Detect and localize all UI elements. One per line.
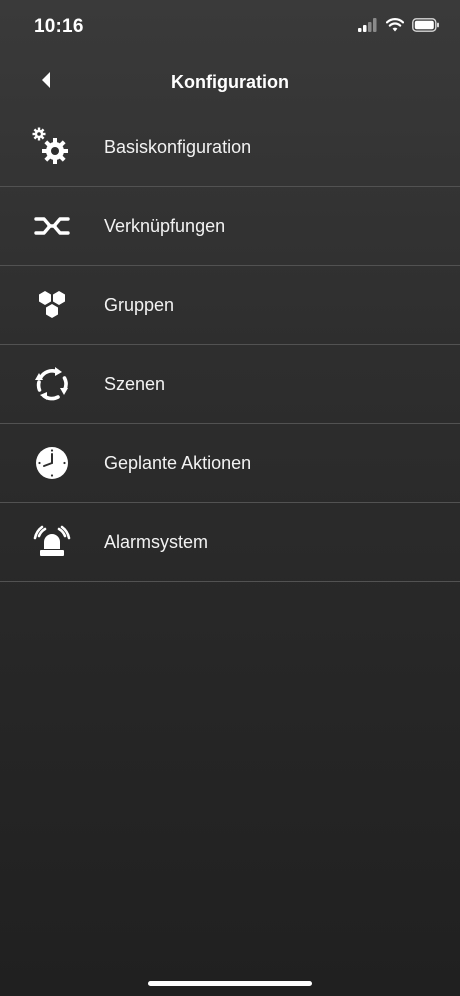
menu-item-label: Geplante Aktionen [104,452,252,473]
battery-icon [412,18,440,37]
gears-icon [32,127,72,167]
nav-bar: Konfiguration [0,56,460,108]
status-icons [358,18,440,37]
alarm-siren-icon [32,522,72,562]
menu-item-label: Verknüpfungen [104,215,226,236]
page-title: Konfiguration [171,72,289,92]
menu-item-geplante-aktionen[interactable]: Geplante Aktionen [0,424,460,503]
home-indicator[interactable] [148,981,312,986]
menu-list: Basiskonfiguration Verknüpfungen Gruppen… [0,108,460,582]
menu-item-gruppen[interactable]: Gruppen [0,266,460,345]
menu-item-label: Gruppen [104,294,175,315]
clock-icon [32,443,72,483]
wifi-icon [385,18,405,37]
menu-item-verknuepfungen[interactable]: Verknüpfungen [0,187,460,266]
status-time: 10:16 [34,16,84,37]
menu-item-basiskonfiguration[interactable]: Basiskonfiguration [0,108,460,187]
menu-item-szenen[interactable]: Szenen [0,345,460,424]
app-screen: 10:16 Konfiguration Basiskonfiguration V… [0,0,460,996]
cellular-signal-icon [358,18,378,37]
menu-item-alarmsystem[interactable]: Alarmsystem [0,503,460,582]
link-icon [32,206,72,246]
status-bar: 10:16 [0,0,460,56]
hexagons-icon [32,285,72,325]
menu-item-label: Szenen [104,373,166,394]
menu-item-label: Basiskonfiguration [104,136,252,157]
menu-item-label: Alarmsystem [104,531,209,552]
cycle-arrows-icon [32,364,72,404]
